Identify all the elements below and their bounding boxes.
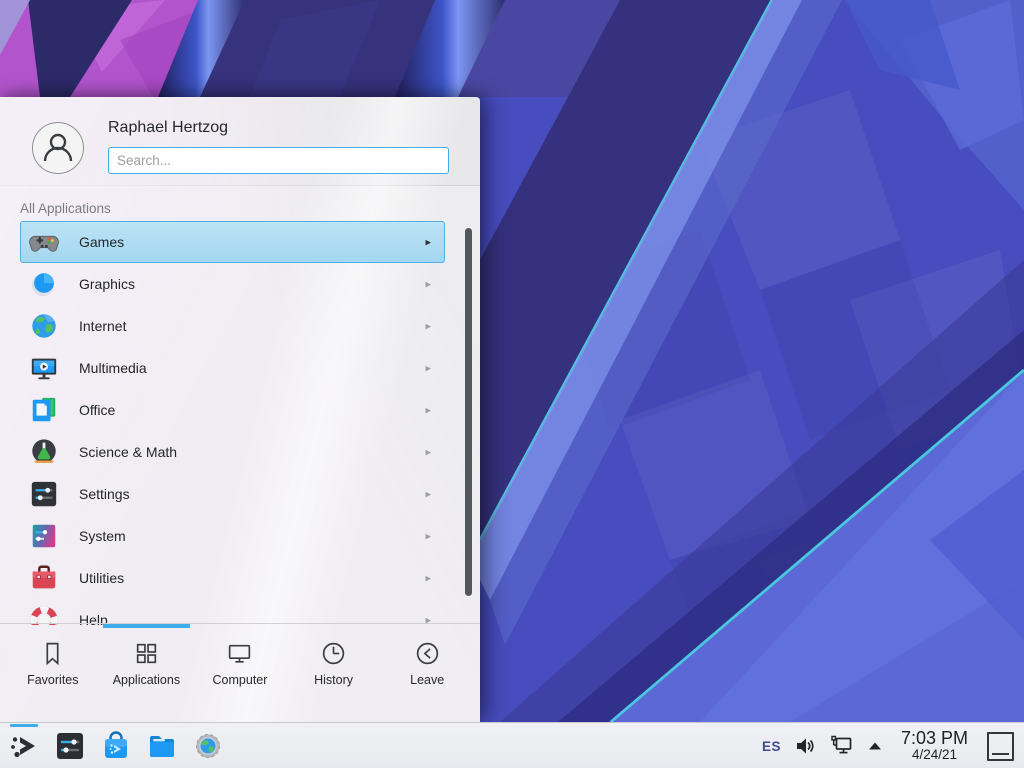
category-label: Science & Math <box>79 444 177 460</box>
tab-label: Applications <box>113 673 180 687</box>
section-label: All Applications <box>20 201 111 216</box>
category-label: System <box>79 528 126 544</box>
tab-computer[interactable]: Computer <box>193 633 287 703</box>
multimedia-icon <box>28 352 60 384</box>
system-settings-launcher[interactable] <box>54 730 86 762</box>
application-launcher-button[interactable] <box>8 730 40 762</box>
launcher-tabbar: Favorites Applications Computer <box>6 633 474 703</box>
category-settings[interactable]: Settings ▸ <box>20 473 445 515</box>
desktop: Raphael Hertzog All Applications <box>0 0 1024 768</box>
folder-icon <box>146 730 178 762</box>
search-input[interactable] <box>108 147 449 174</box>
discover-icon <box>100 730 132 762</box>
category-label: Utilities <box>79 570 124 586</box>
submenu-arrow-icon: ▸ <box>425 404 431 417</box>
category-label: Internet <box>79 318 126 334</box>
help-icon <box>28 604 60 625</box>
submenu-arrow-icon: ▸ <box>425 362 431 375</box>
web-browser-launcher[interactable] <box>192 730 224 762</box>
user-name: Raphael Hertzog <box>108 119 228 137</box>
category-internet[interactable]: Internet ▸ <box>20 305 445 347</box>
tab-history[interactable]: History <box>287 633 381 703</box>
tab-applications[interactable]: Applications <box>100 633 194 703</box>
submenu-arrow-icon: ▸ <box>425 446 431 459</box>
tab-leave[interactable]: Leave <box>380 633 474 703</box>
web-browser-icon <box>192 730 224 762</box>
active-tab-indicator <box>103 624 190 628</box>
clock-time: 7:03 PM <box>901 729 968 748</box>
file-manager-launcher[interactable] <box>146 730 178 762</box>
tab-label: Leave <box>410 673 444 687</box>
category-multimedia[interactable]: Multimedia ▸ <box>20 347 445 389</box>
application-launcher-icon <box>8 730 40 762</box>
utilities-icon <box>28 562 60 594</box>
tab-favorites[interactable]: Favorites <box>6 633 100 703</box>
show-desktop-button[interactable] <box>987 732 1014 761</box>
category-scrollbar[interactable] <box>465 228 472 596</box>
network-icon[interactable] <box>829 734 855 758</box>
user-icon <box>38 128 78 168</box>
taskbar-panel: ES 7:03 PM 4/24/21 <box>0 722 1024 768</box>
category-graphics[interactable]: Graphics ▸ <box>20 263 445 305</box>
discover-launcher[interactable] <box>100 730 132 762</box>
tab-label: History <box>314 673 353 687</box>
history-icon <box>320 640 347 667</box>
category-label: Games <box>79 234 124 250</box>
category-list: Games ▸ Graphics ▸ <box>20 221 445 625</box>
category-label: Graphics <box>79 276 135 292</box>
expand-tray-icon[interactable] <box>868 741 882 751</box>
application-launcher-menu: Raphael Hertzog All Applications <box>0 97 480 722</box>
tab-label: Favorites <box>27 673 78 687</box>
active-launcher-indicator <box>10 724 38 727</box>
system-icon <box>28 520 60 552</box>
category-utilities[interactable]: Utilities ▸ <box>20 557 445 599</box>
volume-icon[interactable] <box>794 735 816 757</box>
graphics-icon <box>28 268 60 300</box>
computer-icon <box>226 640 253 667</box>
keyboard-layout-indicator[interactable]: ES <box>762 739 781 754</box>
category-label: Multimedia <box>79 360 147 376</box>
tabbar-separator <box>0 623 480 624</box>
category-science-math[interactable]: Science & Math ▸ <box>20 431 445 473</box>
submenu-arrow-icon: ▸ <box>425 320 431 333</box>
submenu-arrow-icon: ▸ <box>425 236 431 249</box>
tab-label: Computer <box>213 673 268 687</box>
submenu-arrow-icon: ▸ <box>425 278 431 291</box>
digital-clock[interactable]: 7:03 PM 4/24/21 <box>901 729 968 762</box>
settings-icon <box>28 478 60 510</box>
category-office[interactable]: Office ▸ <box>20 389 445 431</box>
submenu-arrow-icon: ▸ <box>425 572 431 585</box>
system-tray: ES 7:03 PM 4/24/21 <box>762 723 1024 768</box>
clock-date: 4/24/21 <box>912 748 957 762</box>
category-help[interactable]: Help ▸ <box>20 599 445 625</box>
category-system[interactable]: System ▸ <box>20 515 445 557</box>
internet-icon <box>28 310 60 342</box>
category-label: Settings <box>79 486 130 502</box>
office-icon <box>28 394 60 426</box>
submenu-arrow-icon: ▸ <box>425 530 431 543</box>
applications-icon <box>133 640 160 667</box>
favorites-icon <box>39 640 66 667</box>
category-label: Office <box>79 402 115 418</box>
leave-icon <box>414 640 441 667</box>
category-games[interactable]: Games ▸ <box>20 221 445 263</box>
submenu-arrow-icon: ▸ <box>425 488 431 501</box>
science-icon <box>28 436 60 468</box>
games-icon <box>28 226 60 258</box>
system-settings-icon <box>54 730 86 762</box>
user-avatar[interactable] <box>32 122 84 174</box>
